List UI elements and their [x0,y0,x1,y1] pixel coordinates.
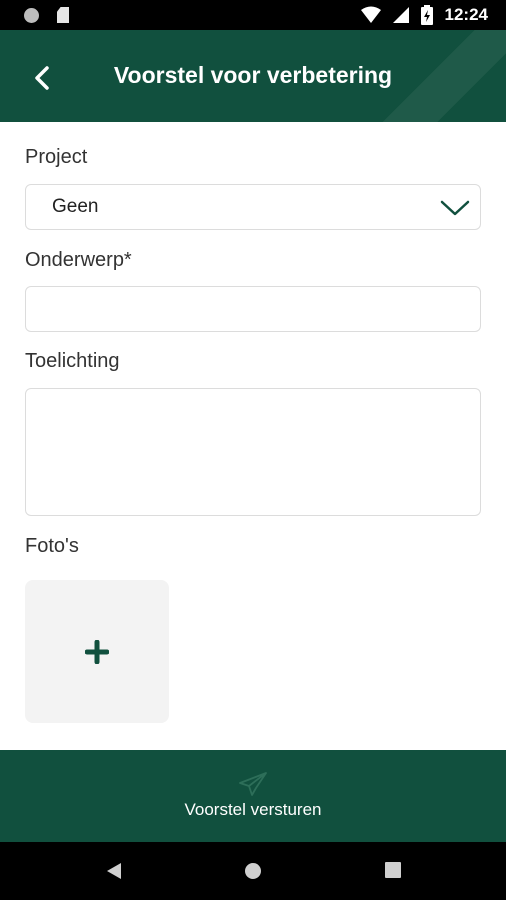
description-textarea[interactable] [25,388,481,516]
sd-card-icon [57,7,69,23]
nav-back-icon[interactable] [105,862,123,880]
project-label: Project [25,146,88,168]
status-bar: 12:24 [0,0,506,30]
subject-label: Onderwerp* [25,249,132,271]
status-time: 12:24 [444,5,488,24]
chevron-down-icon [440,200,470,216]
status-left [24,7,69,23]
subject-input[interactable] [25,286,481,332]
project-selected-value: Geen [52,196,99,217]
signal-icon [392,7,409,23]
app-bar: Voorstel voor verbetering [0,30,506,122]
submit-label: Voorstel versturen [184,800,322,819]
notification-dot-icon [24,7,39,23]
photos-label: Foto's [25,535,79,557]
project-select[interactable]: Geen [25,184,481,230]
nav-recents-icon[interactable] [385,862,401,878]
page-title: Voorstel voor verbetering [113,62,393,88]
battery-icon [420,5,433,25]
submit-button[interactable]: Voorstel versturen [0,750,506,842]
paper-plane-icon [239,772,267,796]
plus-icon [85,639,109,664]
navigation-bar [0,842,506,900]
status-right: 12:24 [360,5,488,25]
nav-home-icon[interactable] [244,862,262,880]
description-label: Toelichting [25,350,120,372]
add-photo-button[interactable] [25,580,169,723]
wifi-icon [360,6,381,23]
